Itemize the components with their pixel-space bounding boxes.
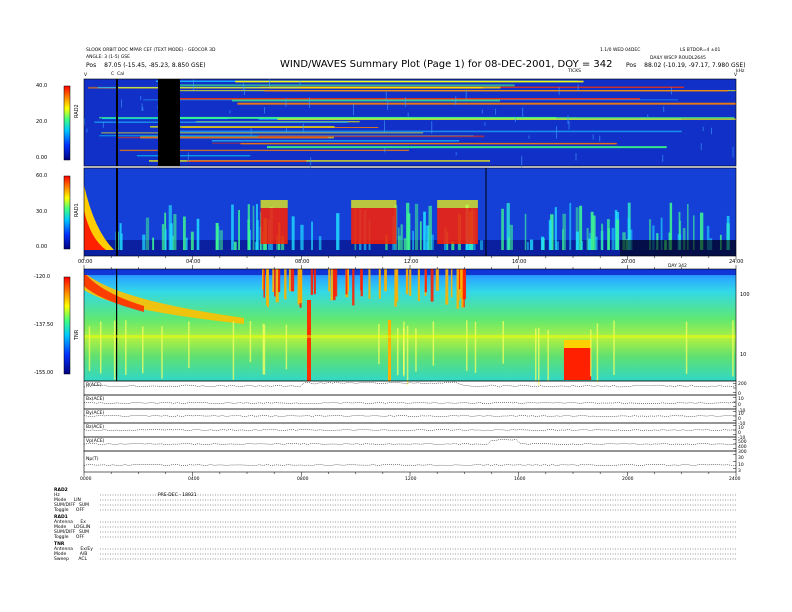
footer-dotted-lines (100, 494, 736, 560)
